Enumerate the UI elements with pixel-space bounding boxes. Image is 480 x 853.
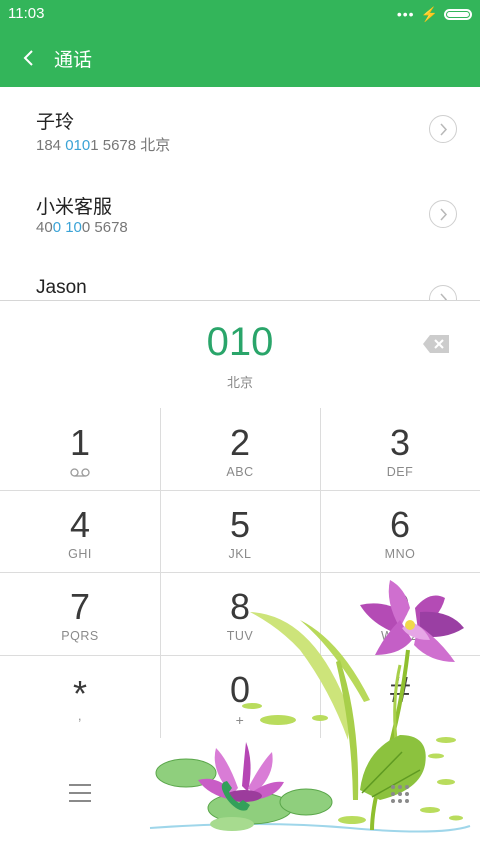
dial-key-5[interactable]: 5 JKL <box>160 490 320 572</box>
contact-name: Jason <box>36 277 87 298</box>
contact-number: 184 0101 5678 北京 <box>36 137 171 154</box>
backspace-icon[interactable] <box>422 334 450 354</box>
key-digit: 1 <box>69 422 91 463</box>
dial-key-4[interactable]: 4 GHI <box>0 490 160 572</box>
key-letters: + <box>235 712 245 728</box>
dialer-action-bar <box>0 738 480 853</box>
dial-key-1[interactable]: 1 <box>0 408 160 490</box>
charging-icon: ⚡ <box>420 5 438 22</box>
chevron-left-icon[interactable] <box>20 49 38 67</box>
divider <box>0 300 480 301</box>
key-letters: DEF <box>386 465 414 479</box>
key-digit: # <box>389 669 411 710</box>
app-header: 11:03 ••• ⚡ 通话 <box>0 0 480 87</box>
dial-key-6[interactable]: 6 MNO <box>320 490 480 572</box>
key-digit: 4 <box>69 504 91 545</box>
key-letters: TUV <box>226 629 254 643</box>
contact-detail-chevron-icon[interactable] <box>429 115 457 143</box>
key-digit: 5 <box>229 504 251 545</box>
status-icons: ••• ⚡ <box>397 5 472 23</box>
dialed-number: 010 <box>206 320 274 364</box>
dialed-number-location: 北京 <box>226 375 253 390</box>
dial-key-0[interactable]: 0 + <box>160 655 320 737</box>
list-item[interactable]: Jason <box>0 257 480 300</box>
key-letters: GHI <box>68 547 92 561</box>
more-notifications-icon: ••• <box>396 6 415 22</box>
voicemail-icon <box>70 468 90 477</box>
contact-name: 子玲 <box>36 112 75 133</box>
dial-key-hash[interactable]: # <box>320 655 480 737</box>
title-bar: 通话 <box>0 36 480 80</box>
status-time: 11:03 <box>8 5 45 22</box>
key-letters: WXYZ <box>380 629 420 643</box>
phone-icon[interactable] <box>214 774 258 818</box>
key-digit: 6 <box>389 504 411 545</box>
key-digit: 3 <box>389 422 411 463</box>
dialpad: 1 2 ABC 3 DEF 4 GHI 5 JKL 6 MNO 7 PQRS 8… <box>0 408 480 738</box>
key-letters: JKL <box>228 547 252 561</box>
list-item[interactable]: 子玲 184 0101 5678 北京 <box>0 87 480 172</box>
key-letters: ABC <box>226 465 254 479</box>
dial-key-7[interactable]: 7 PQRS <box>0 572 160 654</box>
key-digit: 9 <box>389 586 411 627</box>
battery-icon <box>444 8 472 20</box>
key-digit: 0 <box>229 669 251 710</box>
contact-detail-chevron-icon[interactable] <box>429 200 457 228</box>
dialpad-icon[interactable] <box>390 784 410 804</box>
dial-key-8[interactable]: 8 TUV <box>160 572 320 654</box>
contact-name: 小米客服 <box>36 197 113 218</box>
key-digit: 2 <box>229 422 251 463</box>
contact-number: 400 100 5678 <box>36 219 128 236</box>
key-letters: , <box>78 709 82 723</box>
menu-icon[interactable] <box>69 784 91 802</box>
key-digit: 8 <box>229 586 251 627</box>
dial-key-star[interactable]: * , <box>0 655 160 737</box>
key-letters: PQRS <box>61 629 99 643</box>
key-digit: 7 <box>69 586 91 627</box>
dial-key-9[interactable]: 9 WXYZ <box>320 572 480 654</box>
status-bar: 11:03 ••• ⚡ <box>0 0 480 28</box>
contact-detail-chevron-icon[interactable] <box>429 285 457 300</box>
key-letters: MNO <box>384 547 416 561</box>
dial-key-3[interactable]: 3 DEF <box>320 408 480 490</box>
list-item[interactable]: 小米客服 400 100 5678 <box>0 172 480 257</box>
contact-suggestions-list: 子玲 184 0101 5678 北京 小米客服 400 100 5678 Ja… <box>0 87 480 300</box>
page-title: 通话 <box>54 49 93 71</box>
dial-key-2[interactable]: 2 ABC <box>160 408 320 490</box>
